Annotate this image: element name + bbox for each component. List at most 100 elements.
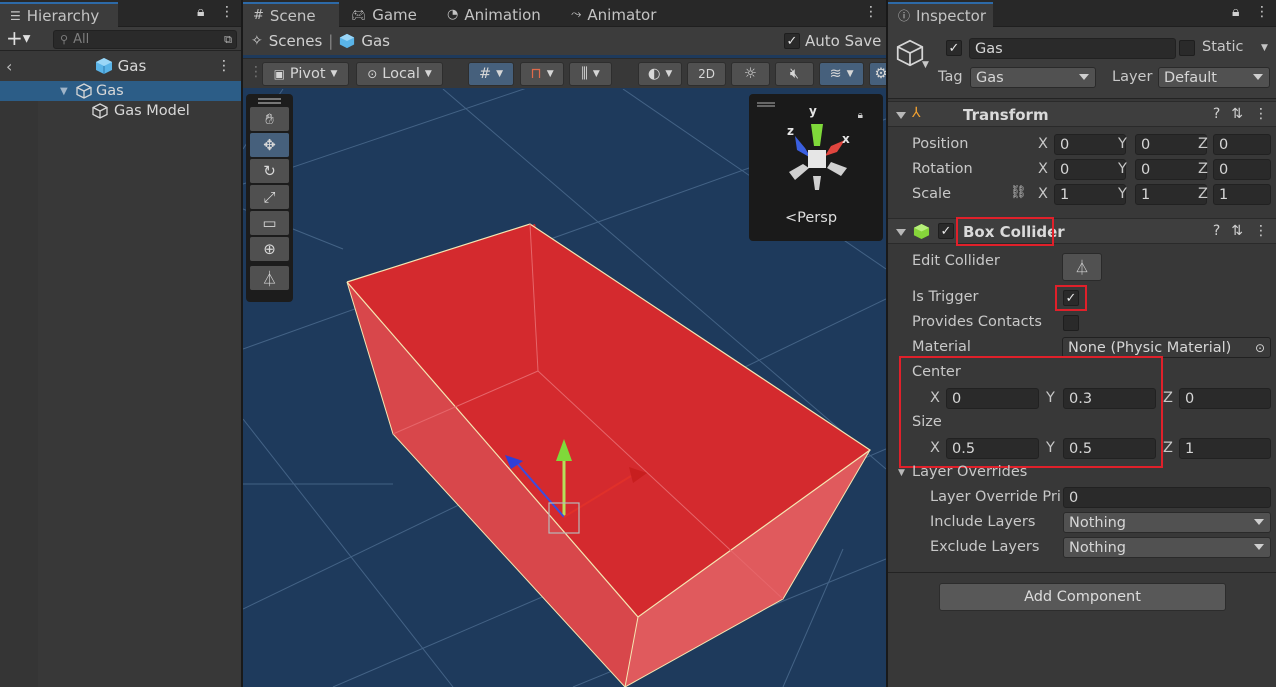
scene-header-row[interactable]: ‹ Gas ⋮ bbox=[0, 51, 241, 81]
foldout-arrow-icon[interactable] bbox=[896, 229, 906, 236]
unity-logo-icon: ✧ bbox=[251, 33, 263, 49]
hierarchy-item-gas[interactable]: ▼ Gas bbox=[0, 81, 241, 101]
chevron-down-icon: ▼ bbox=[424, 69, 432, 79]
gizmo-neg-cone[interactable] bbox=[789, 164, 809, 180]
kebab-menu-icon[interactable]: ⋮ bbox=[220, 4, 234, 20]
tab-game[interactable]: 🎮︎ Game bbox=[341, 2, 427, 27]
effects-toggle-button[interactable]: ≋ ▼ bbox=[819, 62, 864, 86]
tab-scene[interactable]: # Scene bbox=[243, 2, 339, 27]
rotate-tool-button[interactable]: ↻ bbox=[250, 159, 289, 183]
expand-arrow-icon[interactable]: ▼ bbox=[60, 86, 68, 97]
constrain-proportions-icon[interactable]: ⛓︎ bbox=[1010, 185, 1027, 200]
rotation-x-field[interactable]: 0 bbox=[1054, 159, 1126, 180]
increment-snap-button[interactable]: ⊓ ▼ bbox=[520, 62, 564, 86]
chevron-down-icon[interactable]: ▼ bbox=[1261, 43, 1268, 53]
rotation-y-field[interactable]: 0 bbox=[1135, 159, 1207, 180]
layer-overrides-label[interactable]: Layer Overrides bbox=[912, 464, 1027, 480]
tab-hierarchy[interactable]: ☰ Hierarchy bbox=[0, 2, 118, 27]
tag-value: Gas bbox=[976, 69, 1004, 86]
tab-animator[interactable]: ⤳ Animator bbox=[561, 2, 666, 27]
layer-override-priority-field[interactable]: 0 bbox=[1063, 487, 1271, 508]
exclude-layers-dropdown[interactable]: Nothing bbox=[1063, 537, 1271, 558]
lock-icon[interactable]: 🔒︎ bbox=[197, 4, 204, 20]
static-checkbox[interactable] bbox=[1179, 40, 1195, 56]
scene-menu-icon[interactable]: ⋮ bbox=[217, 58, 231, 74]
help-icon[interactable]: ? bbox=[1213, 106, 1220, 122]
edit-collider-tool-button[interactable]: ⏃ bbox=[250, 266, 289, 290]
edit-collider-button[interactable]: ⏃ bbox=[1062, 253, 1102, 281]
search-options-icon[interactable]: ⧉ bbox=[224, 33, 232, 47]
hierarchy-search-input[interactable]: ⚲ All ⧉ bbox=[53, 30, 237, 49]
animator-icon: ⤳ bbox=[571, 7, 582, 22]
component-menu-icon[interactable]: ⋮ bbox=[1254, 223, 1268, 239]
lock-icon[interactable]: 🔒︎ bbox=[1232, 4, 1239, 20]
gizmo-neg-cone[interactable] bbox=[827, 162, 847, 176]
box-collider-header[interactable]: ✓ Box Collider ? ⇅ ⋮ bbox=[888, 218, 1276, 244]
center-z-field[interactable]: 0 bbox=[1179, 388, 1271, 409]
provides-contacts-checkbox[interactable] bbox=[1063, 315, 1079, 331]
scene-viewport[interactable]: ✋︎ ✥ ↻ ⤢ ▭ ⊕ ⏃ 🔒︎ y x z <Persp bbox=[243, 89, 886, 687]
include-layers-dropdown[interactable]: Nothing bbox=[1063, 512, 1271, 533]
hand-tool-button[interactable]: ✋︎ bbox=[250, 107, 289, 131]
help-icon[interactable]: ? bbox=[1213, 223, 1220, 239]
hierarchy-item-gas-model[interactable]: Gas Model bbox=[0, 101, 241, 121]
position-z-field[interactable]: 0 bbox=[1213, 134, 1271, 155]
tab-inspector[interactable]: ⓘ Inspector bbox=[888, 2, 993, 27]
component-menu-icon[interactable]: ⋮ bbox=[1254, 106, 1268, 122]
foldout-arrow-icon[interactable] bbox=[896, 112, 906, 119]
kebab-menu-icon[interactable]: ⋮ bbox=[1255, 4, 1269, 20]
layer-dropdown[interactable]: Default bbox=[1158, 67, 1270, 88]
breadcrumb-current[interactable]: Gas bbox=[361, 32, 390, 50]
gizmo-center-cube[interactable] bbox=[808, 150, 826, 168]
add-component-button[interactable]: Add Component bbox=[939, 583, 1226, 611]
transform-header[interactable]: ⅄ Transform ? ⇅ ⋮ bbox=[888, 101, 1276, 127]
rotation-z-field[interactable]: 0 bbox=[1213, 159, 1271, 180]
breadcrumb-root[interactable]: Scenes bbox=[269, 32, 323, 50]
back-chevron-icon[interactable]: ‹ bbox=[6, 57, 12, 76]
move-tool-button[interactable]: ✥ bbox=[250, 133, 289, 157]
shading-mode-button[interactable]: ◐ ▼ bbox=[638, 62, 682, 86]
orientation-gizmo[interactable]: 🔒︎ y x z <Persp bbox=[749, 94, 883, 241]
2d-toggle-button[interactable]: 2D bbox=[687, 62, 726, 86]
gizmos-button[interactable]: ⚙ bbox=[869, 62, 886, 86]
gameobject-header: ▼ ✓ Gas Static ▼ Tag Gas Layer Default bbox=[888, 27, 1276, 99]
pivot-dropdown[interactable]: ▣ Pivot ▼ bbox=[262, 62, 349, 86]
scale-y-field[interactable]: 1 bbox=[1135, 184, 1207, 205]
lighting-toggle-button[interactable]: ☼ bbox=[731, 62, 770, 86]
breadcrumb-separator: | bbox=[328, 32, 334, 50]
rect-tool-button[interactable]: ▭ bbox=[250, 211, 289, 235]
gizmo-y-cone[interactable] bbox=[811, 124, 823, 146]
presets-icon[interactable]: ⇅ bbox=[1231, 223, 1243, 239]
tab-animator-label: Animator bbox=[587, 5, 657, 24]
audio-toggle-button[interactable]: 🔇︎ bbox=[775, 62, 814, 86]
gizmo-neg-cone[interactable] bbox=[813, 176, 821, 190]
auto-save-toggle[interactable]: ✓ Auto Save bbox=[784, 32, 881, 50]
kebab-menu-icon[interactable]: ⋮ bbox=[864, 4, 878, 20]
active-checkbox[interactable]: ✓ bbox=[946, 40, 962, 56]
magnet-icon: ⊓ bbox=[530, 66, 542, 82]
foldout-arrow-icon[interactable]: ▼ bbox=[898, 468, 905, 478]
position-x-field[interactable]: 0 bbox=[1054, 134, 1126, 155]
box-collider-enabled-checkbox[interactable]: ✓ bbox=[938, 223, 954, 239]
object-name-field[interactable]: Gas bbox=[969, 38, 1176, 59]
object-picker-icon[interactable]: ⊙ bbox=[1255, 341, 1265, 355]
position-y-field[interactable]: 0 bbox=[1135, 134, 1207, 155]
grid-snap-button[interactable]: # ▼ bbox=[468, 62, 514, 86]
transform-tool-button[interactable]: ⊕ bbox=[250, 237, 289, 261]
scale-tool-button[interactable]: ⤢ bbox=[250, 185, 289, 209]
auto-save-checkbox[interactable]: ✓ bbox=[784, 33, 800, 49]
grid-visibility-button[interactable]: ⫼ ▼ bbox=[569, 62, 612, 86]
create-button[interactable]: +▼ bbox=[6, 28, 30, 50]
scale-x-field[interactable]: 1 bbox=[1054, 184, 1126, 205]
palette-grip[interactable] bbox=[258, 98, 281, 104]
tag-dropdown[interactable]: Gas bbox=[970, 67, 1096, 88]
tab-animation[interactable]: ◔ Animation bbox=[437, 2, 551, 27]
local-dropdown[interactable]: ⊙ Local ▼ bbox=[356, 62, 443, 86]
chevron-down-icon[interactable]: ▼ bbox=[922, 60, 929, 70]
projection-toggle[interactable]: <Persp bbox=[785, 210, 837, 226]
add-component-label: Add Component bbox=[1024, 589, 1141, 605]
material-field[interactable]: None (Physic Material) ⊙ bbox=[1062, 337, 1271, 358]
scale-z-field[interactable]: 1 bbox=[1213, 184, 1271, 205]
size-z-field[interactable]: 1 bbox=[1179, 438, 1271, 459]
presets-icon[interactable]: ⇅ bbox=[1231, 106, 1243, 122]
